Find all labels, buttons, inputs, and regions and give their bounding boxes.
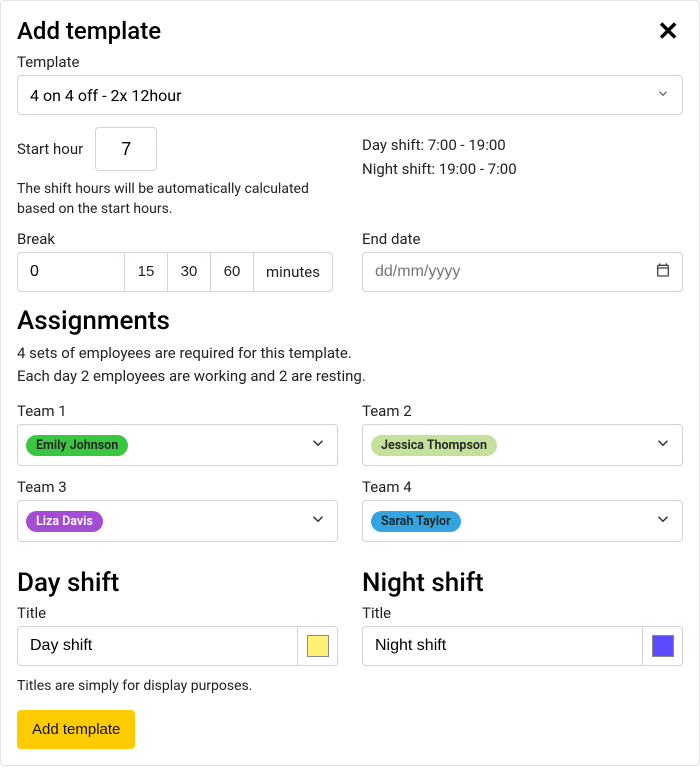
- shift-titles-row: Day shift Title Titles are simply for di…: [17, 554, 683, 696]
- template-select[interactable]: 4 on 4 off - 2x 12hour: [17, 75, 683, 115]
- assignments-description: 4 sets of employees are required for thi…: [17, 342, 683, 389]
- break-input[interactable]: [17, 252, 125, 292]
- team-3-select[interactable]: Liza Davis: [17, 500, 338, 542]
- night-shift-section: Night shift Title: [362, 554, 683, 696]
- team-1-select[interactable]: Emily Johnson: [17, 424, 338, 466]
- chevron-down-icon: [656, 86, 670, 105]
- break-field: Break 15 30 60 minutes: [17, 230, 338, 292]
- start-hour-help: The shift hours will be automatically ca…: [17, 179, 338, 220]
- team-4-select[interactable]: Sarah Taylor: [362, 500, 683, 542]
- day-shift-title-label: Title: [17, 604, 338, 622]
- teams-row-1: Team 1 Emily Johnson Team 2 Jessica Thom…: [17, 402, 683, 478]
- start-row: Start hour The shift hours will be autom…: [17, 127, 683, 220]
- day-shift-time: Day shift: 7:00 - 19:00: [362, 133, 683, 157]
- chevron-down-icon: [654, 510, 672, 532]
- chevron-down-icon: [309, 510, 327, 532]
- team-4-label: Team 4: [362, 478, 683, 496]
- modal-header: Add template ✕: [17, 17, 683, 45]
- break-unit: minutes: [253, 252, 333, 292]
- team-4-field: Team 4 Sarah Taylor: [362, 478, 683, 542]
- start-hour-input[interactable]: [95, 127, 157, 171]
- night-shift-time: Night shift: 19:00 - 7:00: [362, 157, 683, 181]
- chevron-down-icon: [309, 434, 327, 456]
- night-shift-color-picker[interactable]: [643, 626, 683, 666]
- day-shift-heading: Day shift: [17, 568, 338, 598]
- teams-row-2: Team 3 Liza Davis Team 4 Sarah Taylor: [17, 478, 683, 554]
- team-4-chip: Sarah Taylor: [371, 511, 461, 532]
- add-template-modal: Add template ✕ Template 4 on 4 off - 2x …: [0, 0, 700, 766]
- day-shift-title-input[interactable]: [17, 626, 298, 666]
- team-1-field: Team 1 Emily Johnson: [17, 402, 338, 466]
- night-shift-title-input[interactable]: [362, 626, 643, 666]
- template-field: Template 4 on 4 off - 2x 12hour: [17, 53, 683, 115]
- team-3-label: Team 3: [17, 478, 338, 496]
- team-3-field: Team 3 Liza Davis: [17, 478, 338, 542]
- night-shift-heading: Night shift: [362, 568, 683, 598]
- assignments-heading: Assignments: [17, 306, 683, 336]
- break-label: Break: [17, 230, 338, 248]
- end-date-input[interactable]: [362, 252, 683, 292]
- team-2-field: Team 2 Jessica Thompson: [362, 402, 683, 466]
- team-1-label: Team 1: [17, 402, 338, 420]
- template-value: 4 on 4 off - 2x 12hour: [30, 86, 182, 105]
- titles-help: Titles are simply for display purposes.: [17, 676, 338, 696]
- template-label: Template: [17, 53, 683, 71]
- break-option-30[interactable]: 30: [167, 252, 211, 292]
- end-date-label: End date: [362, 230, 683, 248]
- break-enddate-row: Break 15 30 60 minutes End date: [17, 230, 683, 292]
- night-shift-title-label: Title: [362, 604, 683, 622]
- end-date-field: End date: [362, 230, 683, 292]
- day-shift-color-swatch: [307, 635, 329, 657]
- night-shift-color-swatch: [652, 635, 674, 657]
- assignments-line1: 4 sets of employees are required for thi…: [17, 342, 683, 365]
- shift-times-info: Day shift: 7:00 - 19:00 Night shift: 19:…: [362, 127, 683, 220]
- assignments-line2: Each day 2 employees are working and 2 a…: [17, 365, 683, 388]
- chevron-down-icon: [654, 434, 672, 456]
- start-hour-label: Start hour: [17, 140, 83, 158]
- modal-title: Add template: [17, 17, 161, 45]
- team-1-chip: Emily Johnson: [26, 435, 128, 456]
- team-2-label: Team 2: [362, 402, 683, 420]
- break-option-15[interactable]: 15: [124, 252, 168, 292]
- add-template-button[interactable]: Add template: [17, 710, 135, 749]
- team-2-select[interactable]: Jessica Thompson: [362, 424, 683, 466]
- start-hour-field: Start hour The shift hours will be autom…: [17, 127, 338, 220]
- day-shift-section: Day shift Title Titles are simply for di…: [17, 554, 338, 696]
- day-shift-color-picker[interactable]: [298, 626, 338, 666]
- team-2-chip: Jessica Thompson: [371, 435, 497, 456]
- break-option-60[interactable]: 60: [210, 252, 254, 292]
- team-3-chip: Liza Davis: [26, 511, 103, 532]
- close-button[interactable]: ✕: [653, 18, 683, 44]
- close-icon: ✕: [657, 16, 679, 46]
